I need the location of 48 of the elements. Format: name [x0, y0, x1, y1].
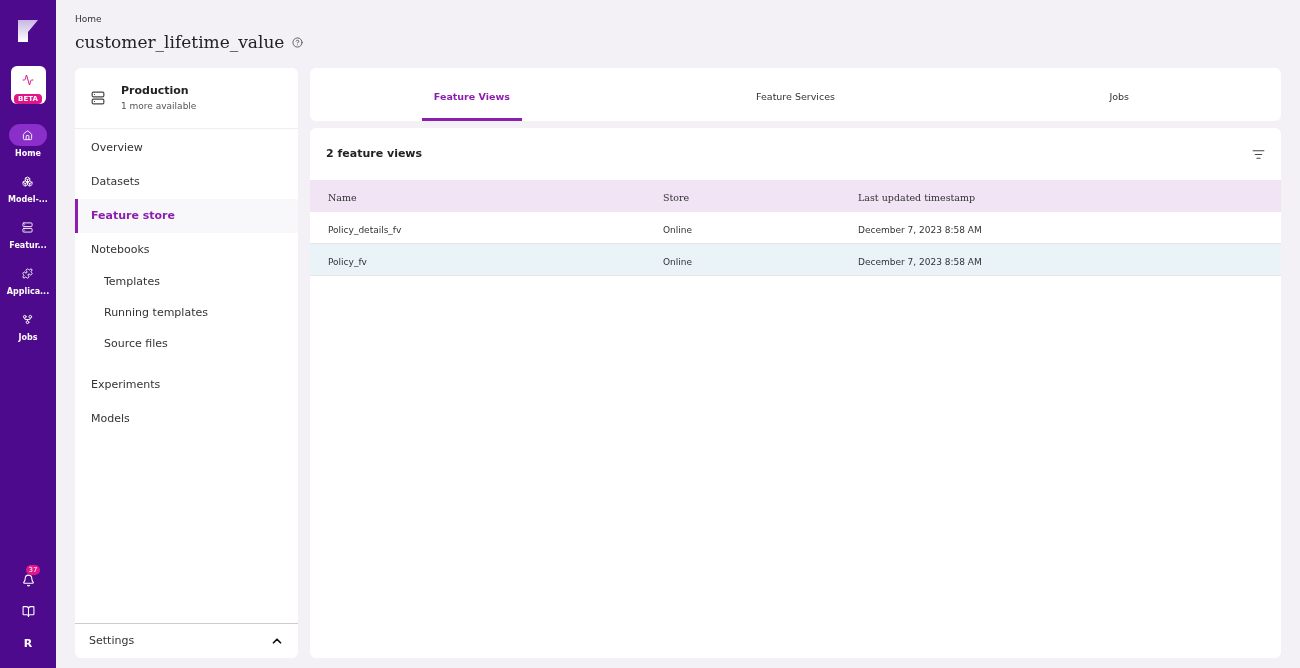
table-cell: Online [663, 224, 693, 235]
nav-item[interactable]: Notebooks [75, 233, 298, 267]
filter-icon[interactable] [1252, 147, 1265, 161]
rail-label: Jobs [18, 332, 38, 344]
table-title: 2 feature views [326, 145, 423, 162]
table-row[interactable]: Policy_fv Online December 7, 2023 8:58 AM [310, 244, 1281, 276]
server-icon [91, 91, 105, 105]
tab[interactable]: Jobs [1097, 77, 1141, 121]
pulse-icon [22, 74, 34, 86]
puzzle-icon [22, 267, 34, 279]
settings-label: Settings [89, 632, 135, 649]
rail-label: Home [15, 148, 41, 160]
page-title: customer_lifetime_value [75, 30, 285, 54]
fork-icon [22, 313, 34, 325]
column-header[interactable]: Last updated timestamp [858, 192, 976, 203]
help-icon[interactable] [292, 36, 304, 48]
nav-subitem[interactable]: Source files [75, 329, 298, 360]
rail-label: Applica... [6, 286, 50, 298]
table-cell: Policy_details_fv [328, 224, 402, 235]
nav-item[interactable]: Feature store [75, 199, 298, 233]
table-cell: Online [663, 256, 693, 267]
rail-label: Model-... [8, 194, 48, 206]
rail-label: Featur... [9, 240, 47, 252]
column-header[interactable]: Name [328, 192, 357, 203]
tab[interactable]: Feature Views [421, 77, 522, 121]
nav-item[interactable]: Overview [75, 131, 298, 165]
nav-item[interactable]: Experiments [75, 368, 298, 402]
nav-item[interactable]: Datasets [75, 165, 298, 199]
logo-icon [18, 20, 38, 42]
table-cell: Policy_fv [328, 256, 367, 267]
breadcrumb-link[interactable]: Home [75, 13, 1281, 27]
nav-subitem[interactable]: Templates [75, 267, 298, 298]
table-cell: December 7, 2023 8:58 AM [858, 224, 982, 235]
home-icon [22, 129, 34, 141]
table-cell: December 7, 2023 8:58 AM [858, 256, 982, 267]
rail-button[interactable] [9, 124, 47, 146]
user-avatar[interactable]: R [23, 635, 33, 652]
project-name: Production [121, 83, 190, 99]
column-header[interactable]: Store [663, 192, 690, 203]
server-icon [22, 221, 34, 233]
tab[interactable]: Feature Services [744, 77, 847, 121]
nav-subitem[interactable]: Running templates [75, 298, 298, 329]
project-subtitle: 1 more available [121, 99, 197, 113]
boxes-icon [22, 175, 34, 187]
settings-row[interactable]: Settings [75, 623, 298, 658]
book-icon[interactable] [21, 604, 35, 618]
bell-icon[interactable] [21, 573, 35, 587]
nav-item[interactable]: Models [75, 402, 298, 436]
